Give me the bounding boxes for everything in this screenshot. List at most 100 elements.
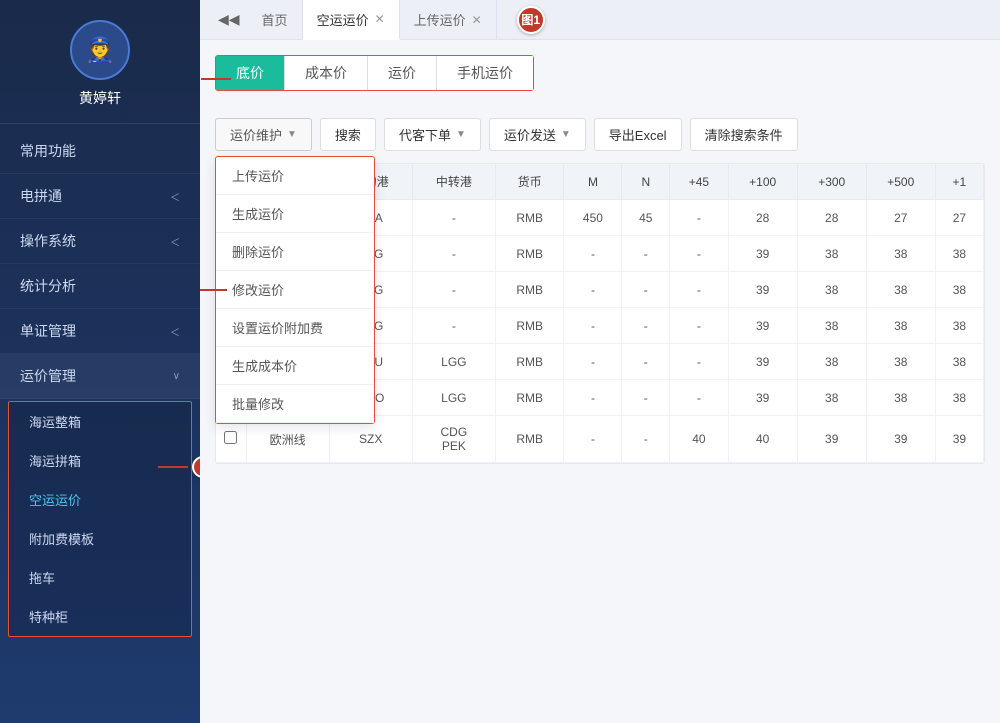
sidebar-item-surcharge[interactable]: 附加费模板 (9, 519, 191, 558)
row-transfer: - (412, 200, 495, 236)
sidebar-item-label: 单证管理 (20, 321, 76, 341)
sidebar-item-special[interactable]: 特种柜 (9, 597, 191, 636)
col-n: N (622, 164, 670, 200)
tab-air-label: 空运运价 (317, 10, 369, 29)
fig1-annotation: 图1 (517, 6, 545, 34)
sidebar-item-epintong[interactable]: 电拼通 ＜ (0, 174, 200, 219)
sidebar-nav: 常用功能 电拼通 ＜ 操作系统 ＜ 统计分析 单证管理 ＜ 运价管理 ∨ 海运整… (0, 124, 200, 723)
send-dropdown-icon: ▼ (561, 129, 571, 140)
row-p45: 40 (670, 416, 729, 463)
row-m: - (564, 380, 622, 416)
row-p300: 38 (797, 344, 866, 380)
menu-gen-cost[interactable]: 生成成本价 (216, 347, 374, 385)
sidebar-item-truck[interactable]: 拖车 (9, 558, 191, 597)
col-p45: +45 (670, 164, 729, 200)
row-currency: RMB (495, 236, 563, 272)
annotation-2: 2 (200, 68, 231, 90)
row-p45: - (670, 308, 729, 344)
sidebar-item-label: 电拼通 (20, 186, 62, 206)
maintenance-button[interactable]: 运价维护 ▼ (215, 118, 312, 151)
row-transfer: - (412, 308, 495, 344)
tab-upload-label: 上传运价 (414, 10, 466, 29)
menu-set-surcharge[interactable]: 设置运价附加费 (216, 309, 374, 347)
tab-freight[interactable]: 运价 (368, 56, 437, 90)
row-transfer: CDGPEK (412, 416, 495, 463)
row-currency: RMB (495, 344, 563, 380)
freight-sub-menu: 海运整箱 海运拼箱 空运运价 附加费模板 拖车 特种柜 (8, 401, 192, 637)
sidebar-item-label: 运价管理 (20, 366, 76, 386)
tab-cost-price[interactable]: 成本价 (285, 56, 368, 90)
sidebar-item-ops[interactable]: 操作系统 ＜ (0, 219, 200, 264)
dropdown-arrow-icon: ▼ (287, 129, 297, 140)
row-m: - (564, 272, 622, 308)
row-checkbox[interactable] (224, 431, 237, 444)
sidebar-item-common[interactable]: 常用功能 (0, 129, 200, 174)
tab-upload-close-icon[interactable]: ✕ (472, 13, 482, 27)
export-excel-button[interactable]: 导出Excel (594, 118, 682, 151)
col-p1: +1 (935, 164, 983, 200)
row-currency: RMB (495, 272, 563, 308)
row-transfer: - (412, 272, 495, 308)
row-p100: 39 (728, 344, 797, 380)
search-button[interactable]: 搜索 (320, 118, 376, 151)
row-p100: 39 (728, 236, 797, 272)
row-currency: RMB (495, 200, 563, 236)
main-content: ◀◀ 首页 空运运价 ✕ 上传运价 ✕ 图1 底价 成本价 运价 手机运价 (200, 0, 1000, 723)
tab-air-freight[interactable]: 空运运价 ✕ (303, 0, 400, 40)
menu-batch-edit[interactable]: 批量修改 (216, 385, 374, 423)
row-p300: 38 (797, 308, 866, 344)
sidebar-item-label: 操作系统 (20, 231, 76, 251)
row-p500: 38 (866, 236, 935, 272)
row-p300: 38 (797, 236, 866, 272)
row-p45: - (670, 200, 729, 236)
clear-search-button[interactable]: 清除搜索条件 (690, 118, 798, 151)
row-m: - (564, 308, 622, 344)
sidebar-item-air-freight[interactable]: 空运运价 (9, 480, 191, 519)
row-p1: 38 (935, 344, 983, 380)
fig-label: 图1 (517, 6, 545, 34)
sidebar-item-freight[interactable]: 运价管理 ∨ (0, 354, 200, 399)
annotation-1: 1 (158, 456, 200, 478)
row-p100: 40 (728, 416, 797, 463)
col-m: M (564, 164, 622, 200)
annotation-circle-1: 1 (192, 456, 200, 478)
avatar: 👮 (70, 20, 130, 80)
user-profile: 👮 黄婷轩 (0, 0, 200, 124)
content-area: 底价 成本价 运价 手机运价 2 运价维护 ▼ (200, 40, 1000, 723)
col-p100: +100 (728, 164, 797, 200)
tab-mobile-freight[interactable]: 手机运价 (437, 56, 533, 90)
row-n: - (622, 380, 670, 416)
row-currency: RMB (495, 380, 563, 416)
row-currency: RMB (495, 308, 563, 344)
row-p300: 39 (797, 416, 866, 463)
row-p100: 39 (728, 308, 797, 344)
sidebar-item-stats[interactable]: 统计分析 (0, 264, 200, 309)
row-m: 450 (564, 200, 622, 236)
toolbar-wrapper: 运价维护 ▼ 上传运价 生成运价 删除运价 修改运价 设置运价附加费 生成成本价… (215, 118, 985, 151)
row-p500: 39 (866, 416, 935, 463)
tab-upload[interactable]: 上传运价 ✕ (400, 0, 497, 40)
row-p45: - (670, 380, 729, 416)
chevron-down-icon: ∨ (173, 371, 180, 382)
menu-generate-freight[interactable]: 生成运价 (216, 195, 374, 233)
freight-send-button[interactable]: 运价发送 ▼ (489, 118, 586, 151)
agent-dropdown-icon: ▼ (456, 129, 466, 140)
tab-back-button[interactable]: ◀◀ (210, 6, 248, 33)
type-tabs: 底价 成本价 运价 手机运价 (215, 55, 534, 91)
row-p500: 38 (866, 272, 935, 308)
tab-home[interactable]: 首页 (248, 0, 303, 40)
agent-order-button[interactable]: 代客下单 ▼ (384, 118, 481, 151)
tab-air-close-icon[interactable]: ✕ (375, 12, 385, 26)
menu-upload-freight[interactable]: 上传运价 (216, 157, 374, 195)
row-n: - (622, 416, 670, 463)
sidebar-item-sea-full[interactable]: 海运整箱 (9, 402, 191, 441)
row-p1: 38 (935, 308, 983, 344)
row-p1: 27 (935, 200, 983, 236)
sidebar-item-docs[interactable]: 单证管理 ＜ (0, 309, 200, 354)
menu-delete-freight[interactable]: 删除运价 (216, 233, 374, 271)
menu-edit-freight[interactable]: 修改运价 (216, 271, 374, 309)
row-p100: 39 (728, 272, 797, 308)
row-p45: - (670, 272, 729, 308)
row-n: - (622, 236, 670, 272)
row-currency: RMB (495, 416, 563, 463)
